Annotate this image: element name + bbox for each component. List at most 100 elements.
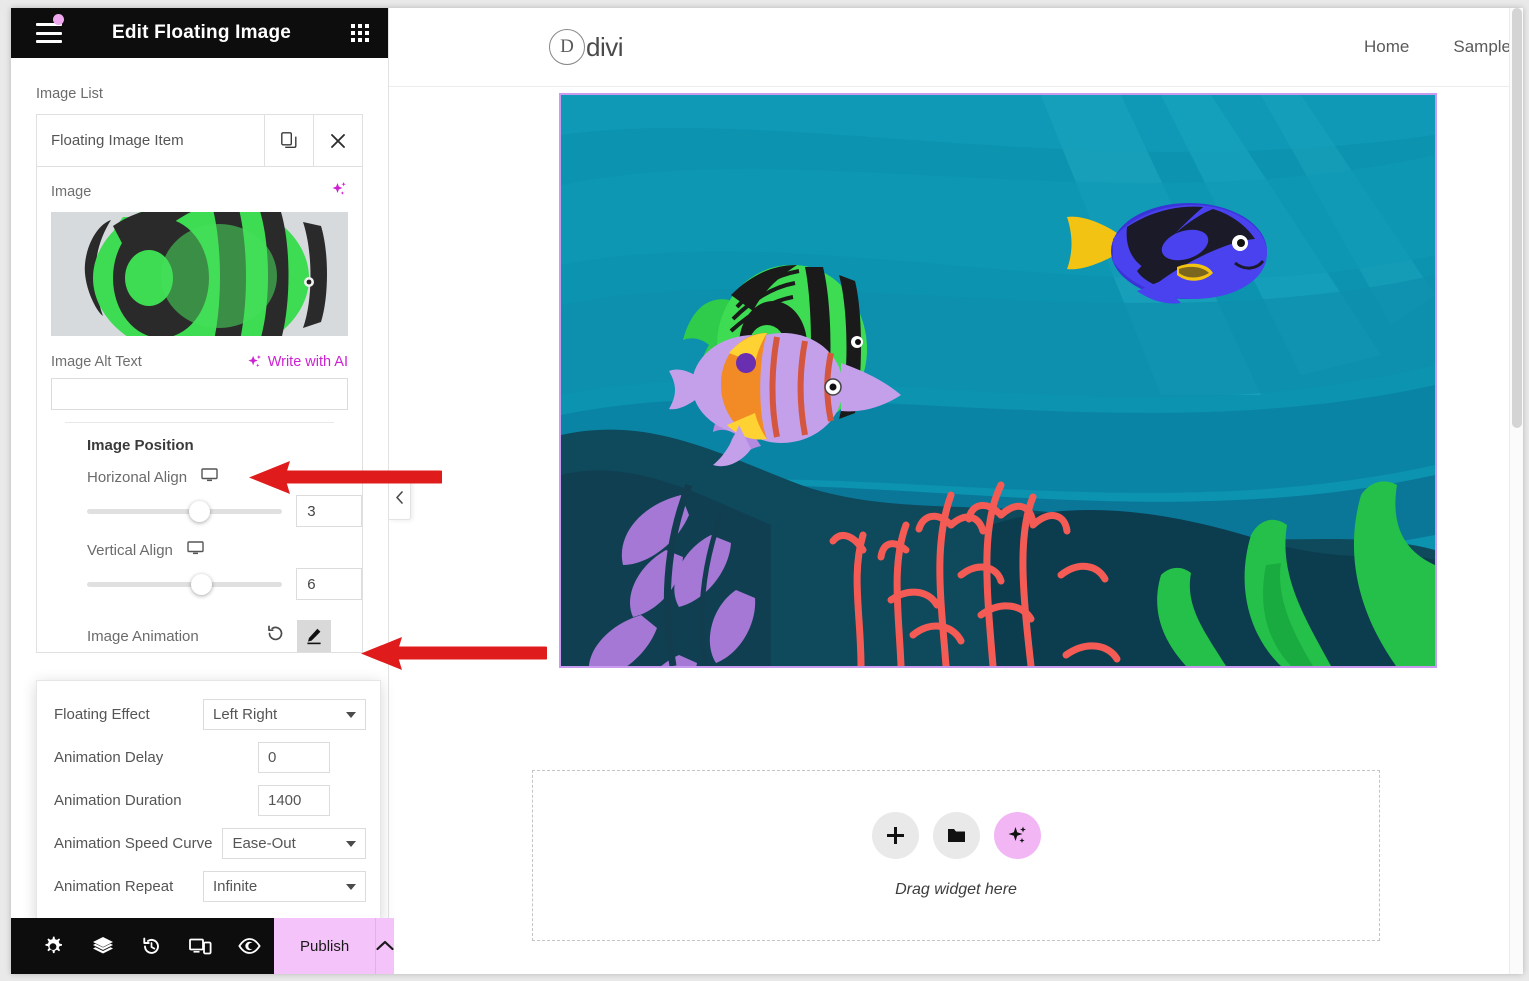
logo-circle-icon: D [549,29,585,65]
plus-icon [886,827,904,844]
reset-icon[interactable] [266,624,285,648]
horizontal-align-slider-row: 3 [37,489,362,533]
add-element-button[interactable] [871,812,919,859]
horizontal-align-value[interactable]: 3 [296,495,362,527]
history-icon[interactable] [127,918,176,974]
animation-speed-curve-value: Ease-Out [232,835,296,852]
settings-gear-icon[interactable] [29,918,78,974]
animation-delay-label: Animation Delay [54,749,164,766]
nav-item-home[interactable]: Home [1364,37,1409,57]
animation-delay-row: Animation Delay 0 [37,736,380,779]
layers-navigator-icon[interactable] [78,918,127,974]
animation-duration-row: Animation Duration 1400 [37,779,380,822]
animation-delay-input[interactable]: 0 [258,742,330,773]
horizontal-align-label: Horizonal Align [87,469,188,486]
widget-dropzone[interactable]: Drag widget here [532,770,1380,941]
animation-repeat-row: Animation Repeat Infinite [37,865,380,908]
canvas-scrollbar[interactable] [1509,8,1523,974]
write-with-ai-button[interactable]: Write with AI [247,354,348,370]
chevron-down-icon [346,883,356,890]
chevron-left-icon [396,490,403,504]
horizontal-align-slider[interactable] [87,500,283,522]
publish-button[interactable]: Publish [274,918,376,974]
vertical-align-label-row: Vertical Align [37,533,362,562]
desktop-icon[interactable] [187,541,204,560]
hamburger-icon[interactable] [36,14,64,43]
animation-repeat-select[interactable]: Infinite [203,871,366,902]
folder-icon [947,829,965,842]
list-item-label: Floating Image Item [51,132,184,149]
add-template-button[interactable] [932,812,980,859]
horizontal-align-label-row: Horizonal Align [37,460,362,489]
image-animation-label: Image Animation [87,627,199,645]
chevron-down-icon [346,711,356,718]
animation-settings-popover: Floating Effect Left Right Animation Del… [36,680,381,923]
image-thumbnail[interactable] [51,212,348,336]
slider-knob[interactable] [191,573,212,595]
image-field-row: Image [37,167,362,212]
floating-effect-value: Left Right [213,706,278,723]
write-with-ai-label: Write with AI [267,354,348,370]
site-nav: Home Sample [1364,37,1523,57]
image-thumbnail-preview [51,212,348,336]
floating-effect-select[interactable]: Left Right [203,699,366,730]
animation-speed-curve-select[interactable]: Ease-Out [222,828,366,859]
alt-text-row: Image Alt Text Write with AI [37,350,362,378]
image-field-label: Image [51,183,92,200]
preview-eye-icon[interactable] [225,918,274,974]
animation-repeat-value: Infinite [213,878,258,895]
site-preview-canvas: D divi Home Sample Drag widget here [389,8,1523,974]
duplicate-item-button[interactable] [264,115,313,166]
duplicate-icon [281,132,297,148]
animation-repeat-label: Animation Repeat [54,878,174,895]
chevron-up-icon [376,940,394,951]
list-item[interactable]: Floating Image Item [37,115,362,167]
hero-section-wrap [389,93,1523,668]
image-list-card: Floating Image Item Image Image Alt Text… [36,114,363,653]
image-position-title: Image Position [87,437,194,454]
edit-animation-button[interactable] [297,620,331,652]
vertical-align-label: Vertical Align [87,542,173,559]
editor-bottom-bar: Publish [11,918,395,974]
sparkle-icon [1008,826,1026,843]
scrollbar-thumb[interactable] [1512,8,1522,428]
animation-duration-input[interactable]: 1400 [258,785,330,816]
pencil-icon [307,628,321,645]
logo-text: divi [586,31,624,62]
site-header: D divi Home Sample [389,8,1523,87]
animation-speed-curve-label: Animation Speed Curve [54,835,213,852]
animation-speed-curve-row: Animation Speed Curve Ease-Out [37,822,380,865]
panel-title: Edit Floating Image [111,22,292,43]
dropzone-buttons [871,812,1041,859]
sparkle-icon[interactable] [331,181,348,202]
nav-item-sample[interactable]: Sample [1453,37,1511,57]
dropzone-label: Drag widget here [895,881,1017,898]
sparkle-icon [248,354,261,367]
underwater-illustration [561,95,1435,666]
remove-item-button[interactable] [313,115,362,166]
floating-effect-label: Floating Effect [54,706,150,723]
publish-options-button[interactable] [375,918,395,974]
hero-image-module[interactable] [559,93,1437,668]
close-icon [331,133,345,148]
desktop-icon[interactable] [201,468,218,487]
vertical-align-slider[interactable] [87,573,283,595]
app-window: D divi Home Sample Drag widget here Edit… [11,8,1523,974]
animation-duration-label: Animation Duration [54,792,182,809]
vertical-align-slider-row: 6 [37,562,362,606]
alt-text-input[interactable] [51,378,348,410]
grid-apps-icon[interactable] [351,24,369,42]
editor-panel: Edit Floating Image Image List Floating … [11,8,395,974]
site-logo[interactable]: D divi [549,29,624,65]
image-list-label: Image List [36,86,103,102]
collapse-panel-button[interactable] [389,474,411,520]
floating-effect-row: Floating Effect Left Right [37,693,380,736]
vertical-align-value[interactable]: 6 [296,568,362,600]
notification-dot [53,14,64,25]
responsive-device-icon[interactable] [176,918,225,974]
ai-generate-button[interactable] [993,812,1041,859]
chevron-down-icon [346,840,356,847]
slider-knob[interactable] [189,500,210,522]
image-animation-row: Image Animation [37,606,362,652]
alt-text-label: Image Alt Text [51,354,142,370]
